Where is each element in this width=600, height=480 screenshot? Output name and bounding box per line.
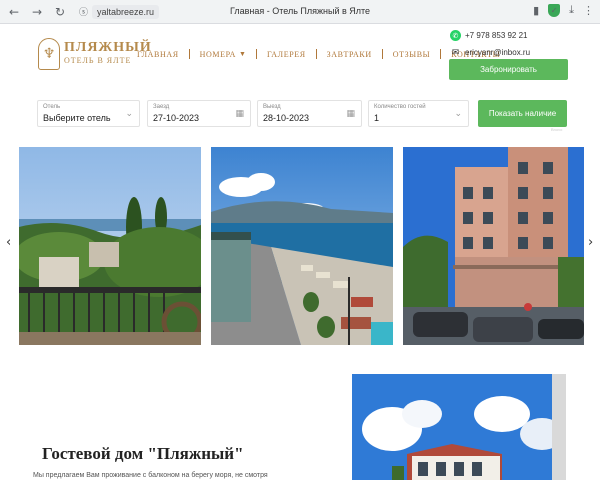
- chevron-down-icon: ⌄: [125, 109, 133, 119]
- guests-value: 1: [374, 113, 380, 123]
- calendar-icon: ▦: [235, 109, 244, 119]
- back-arrow-icon[interactable]: ←: [5, 3, 23, 21]
- site-logo[interactable]: ♆ ПЛЯЖНЫЙ ОТЕЛЬ В ЯЛТЕ: [38, 38, 152, 70]
- address-bar[interactable]: ⓢ yaltabreeze.ru: [79, 3, 160, 21]
- nav-divider: [255, 49, 257, 59]
- hotel-label: Отель: [43, 104, 61, 110]
- url-text[interactable]: yaltabreeze.ru: [92, 4, 160, 19]
- site-header: ♆ ПЛЯЖНЫЙ ОТЕЛЬ В ЯЛТЕ ГЛАВНАЯ НОМЕРА ▼ Г…: [0, 24, 600, 86]
- forward-arrow-icon[interactable]: →: [28, 3, 46, 21]
- hotel-value: Выберите отель: [43, 113, 111, 123]
- about-title: Гостевой дом "Пляжный": [42, 444, 244, 463]
- extension-shield-icon[interactable]: ✓: [548, 3, 561, 17]
- show-availability-button[interactable]: Показать наличие: [478, 100, 567, 127]
- nav-home[interactable]: ГЛАВНАЯ: [137, 50, 179, 59]
- reload-icon[interactable]: ↻: [51, 3, 69, 21]
- checkout-value: 28-10-2023: [263, 113, 310, 123]
- hotel-select[interactable]: Отель Выберите отель ⌄: [37, 100, 140, 127]
- main-nav: ГЛАВНАЯ НОМЕРА ▼ ГАЛЕРЕЯ ЗАВТРАКИ ОТЗЫВЫ …: [137, 49, 500, 59]
- nav-breakfasts[interactable]: ЗАВТРАКИ: [327, 50, 372, 59]
- booking-form: Отель Выберите отель ⌄ Заезд 27-10-2023 …: [0, 100, 600, 132]
- provider-mark: Bnovo: [551, 127, 563, 132]
- downloads-icon[interactable]: ⤓: [569, 3, 574, 17]
- about-text: Мы предлагаем Вам проживание с балконом …: [33, 472, 268, 479]
- site-info-icon[interactable]: ⓢ: [79, 5, 88, 18]
- checkin-value: 27-10-2023: [153, 113, 200, 123]
- nav-divider: [188, 49, 190, 59]
- nav-rooms[interactable]: НОМЕРА: [200, 50, 236, 59]
- envelope-icon: ✉: [451, 47, 460, 58]
- gallery-photo-balcony[interactable]: [19, 147, 201, 345]
- book-button[interactable]: Забронировать: [449, 59, 568, 80]
- nav-reviews[interactable]: ОТЗЫВЫ: [393, 50, 431, 59]
- nav-divider: [381, 49, 383, 59]
- nav-divider: [440, 49, 442, 59]
- email-address[interactable]: ericyanr@inbox.ru: [465, 48, 530, 57]
- gallery-photo-embankment[interactable]: [211, 147, 393, 345]
- photo-gallery: ‹ ›: [0, 147, 600, 345]
- nav-gallery[interactable]: ГАЛЕРЕЯ: [267, 50, 306, 59]
- whatsapp-icon[interactable]: ✆: [450, 30, 461, 41]
- bookmark-icon[interactable]: ▮: [533, 4, 539, 17]
- nav-divider: [315, 49, 317, 59]
- browser-toolbar: ← → ↻ ⓢ yaltabreeze.ru Главная - Отель П…: [0, 0, 600, 24]
- gallery-photo-hotel-building[interactable]: [403, 147, 584, 345]
- chevron-down-icon: ⌄: [454, 109, 462, 119]
- contacts-block: ✆ +7 978 853 92 21 ✉ ericyanr@inbox.ru: [450, 27, 530, 58]
- calendar-icon: ▦: [346, 109, 355, 119]
- checkin-label: Заезд: [153, 104, 170, 110]
- palm-tree-icon: ♆: [38, 38, 60, 70]
- menu-icon[interactable]: ⋮: [583, 4, 594, 17]
- chevron-right-icon[interactable]: ›: [588, 235, 593, 250]
- checkout-field[interactable]: Выезд 28-10-2023 ▦: [257, 100, 362, 127]
- chevron-down-icon[interactable]: ▼: [239, 51, 246, 58]
- chevron-left-icon[interactable]: ‹: [6, 235, 11, 250]
- guests-label: Количество гостей: [374, 104, 426, 110]
- checkout-label: Выезд: [263, 104, 281, 110]
- about-photo: [352, 374, 566, 480]
- phone-number[interactable]: +7 978 853 92 21: [465, 31, 528, 40]
- checkin-field[interactable]: Заезд 27-10-2023 ▦: [147, 100, 251, 127]
- guests-select[interactable]: Количество гостей 1 ⌄: [368, 100, 469, 127]
